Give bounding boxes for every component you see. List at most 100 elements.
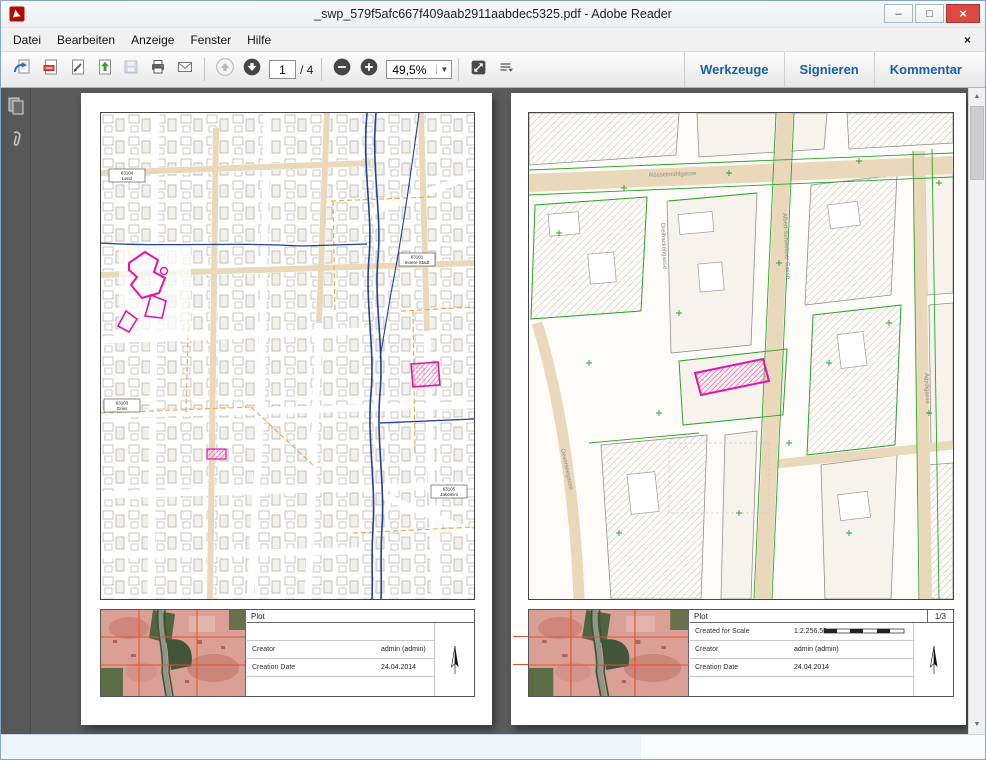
- minimize-button[interactable]: –: [884, 4, 913, 23]
- print-button[interactable]: [144, 56, 171, 83]
- creator-value: admin (admin): [790, 646, 839, 653]
- share-file-button[interactable]: [90, 56, 117, 83]
- window-titlebar[interactable]: _swp_579f5afc667f409aab2911aabdec5325.pd…: [1, 1, 985, 28]
- maximize-button[interactable]: □: [915, 4, 944, 23]
- minus-icon: [332, 57, 352, 82]
- north-arrow-cell: [434, 623, 474, 696]
- creator-label: Creator: [690, 646, 790, 653]
- menu-bar: Datei Bearbeiten Anzeige Fenster Hilfe ×: [1, 28, 985, 52]
- overview-map: 63104 Lend 63101 Innere Stadt 63103: [100, 112, 475, 600]
- zoom-in-button[interactable]: [355, 56, 382, 83]
- tools-panel-button[interactable]: Werkzeuge: [685, 52, 783, 87]
- satellite-thumbnail: [101, 610, 246, 696]
- create-pdf-button[interactable]: [36, 56, 63, 83]
- fullscreen-mode-button[interactable]: [465, 56, 492, 83]
- zoom-out-button[interactable]: [328, 56, 355, 83]
- chevron-down-icon: ▼: [436, 65, 451, 74]
- svg-text:Lend: Lend: [122, 176, 133, 181]
- status-bar-left: [1, 735, 641, 759]
- svg-text:63104: 63104: [121, 171, 134, 176]
- svg-text:63105: 63105: [443, 487, 456, 492]
- save-icon: [122, 58, 140, 81]
- north-arrow-icon: [448, 643, 462, 677]
- send-file-icon: [95, 58, 113, 81]
- open-file-button[interactable]: [9, 56, 36, 83]
- north-arrow-icon: [927, 643, 941, 677]
- navigation-pane-strip: [1, 88, 31, 734]
- svg-text:Gries: Gries: [117, 406, 129, 411]
- title-block: Plot 1/3 Created for Scale 1:2.256.59 Cr…: [528, 609, 954, 697]
- title-block: Plot Creator admin (admin) Creation Date…: [100, 609, 475, 697]
- creation-date-label: Creation Date: [247, 664, 377, 671]
- toolbar-separator: [321, 58, 322, 81]
- comment-panel-button[interactable]: Kommentar: [875, 52, 977, 87]
- arrow-down-icon: [242, 57, 262, 82]
- email-button[interactable]: [171, 56, 198, 83]
- adobe-reader-icon: [9, 6, 25, 22]
- page-thumbnails-button[interactable]: [4, 96, 28, 120]
- creation-date-value: 24.04.2014: [790, 664, 829, 671]
- next-page-button[interactable]: [238, 56, 265, 83]
- attachments-button[interactable]: [4, 130, 28, 154]
- arrow-up-icon: [215, 57, 235, 82]
- plot-title: Plot: [247, 610, 265, 622]
- zoom-value: 49,5%: [387, 63, 436, 77]
- window-title: _swp_579f5afc667f409aab2911aabdec5325.pd…: [1, 7, 985, 21]
- plus-icon: [359, 57, 379, 82]
- vertical-scrollbar[interactable]: ▲ ▼: [968, 88, 985, 734]
- page-number-input[interactable]: [269, 60, 296, 79]
- overview-map-svg: 63104 Lend 63101 Innere Stadt 63103: [101, 113, 474, 599]
- toolbar-menu-icon: [497, 58, 515, 81]
- pen-icon: [68, 58, 86, 81]
- sign-panel-button[interactable]: Signieren: [785, 52, 874, 87]
- scale-label: Created for Scale: [690, 628, 790, 635]
- detail-map-svg: Rösselmühlgasse Albert-Schweitzer-Gasse …: [529, 113, 953, 599]
- scrollbar-thumb[interactable]: [970, 106, 984, 180]
- menu-item-datei[interactable]: Datei: [5, 30, 49, 50]
- satellite-thumbnail: [529, 610, 689, 696]
- document-canvas[interactable]: 63104 Lend 63101 Innere Stadt 63103: [31, 88, 968, 734]
- save-button[interactable]: [117, 56, 144, 83]
- adobe-reader-window: _swp_579f5afc667f409aab2911aabdec5325.pd…: [0, 0, 986, 760]
- scroll-up-arrow[interactable]: ▲: [969, 89, 985, 105]
- scale-bar: [823, 625, 907, 639]
- svg-text:Innere Stadt: Innere Stadt: [405, 260, 430, 265]
- zoom-level-select[interactable]: 49,5% ▼: [386, 60, 452, 79]
- svg-text:63101: 63101: [411, 255, 424, 260]
- envelope-icon: [176, 58, 194, 81]
- plot-title: Plot: [690, 610, 708, 622]
- pdf-page-2: Rösselmühlgasse Albert-Schweitzer-Gasse …: [511, 93, 966, 725]
- pdf-page-1: 63104 Lend 63101 Innere Stadt 63103: [81, 93, 492, 725]
- paperclip-icon: [6, 130, 26, 155]
- scroll-down-arrow[interactable]: ▼: [969, 717, 985, 733]
- menu-item-anzeige[interactable]: Anzeige: [123, 30, 182, 50]
- close-button[interactable]: ×: [946, 4, 980, 23]
- main-toolbar: / 4 49,5% ▼ Werkzeuge Signieren Kommenta…: [1, 52, 985, 88]
- registration-line: [513, 636, 528, 637]
- fit-window-icon: [469, 58, 488, 82]
- svg-text:Ägydigasse: Ägydigasse: [923, 373, 931, 405]
- printer-icon: [149, 58, 167, 81]
- open-icon: [13, 58, 32, 81]
- menu-item-hilfe[interactable]: Hilfe: [239, 30, 279, 50]
- district-label-lend: 63104 Lend: [109, 169, 145, 182]
- status-bar: [1, 734, 985, 759]
- svg-text:Jakomini: Jakomini: [440, 492, 458, 497]
- creator-label: Creator: [247, 646, 377, 653]
- pages-icon: [6, 96, 26, 121]
- district-label-innere-stadt: 63101 Innere Stadt: [399, 253, 435, 266]
- previous-page-button[interactable]: [211, 56, 238, 83]
- toolbar-separator: [204, 58, 205, 81]
- north-arrow-cell: [913, 623, 953, 696]
- toolbar-options-button[interactable]: [492, 56, 519, 83]
- menu-item-fenster[interactable]: Fenster: [182, 30, 239, 50]
- menu-item-bearbeiten[interactable]: Bearbeiten: [49, 30, 123, 50]
- creation-date-value: 24.04.2014: [377, 664, 416, 671]
- close-document-icon[interactable]: ×: [954, 33, 981, 47]
- svg-text:63103: 63103: [116, 401, 129, 406]
- toolbar-separator: [458, 58, 459, 81]
- district-label-gries: 63103 Gries: [104, 399, 140, 412]
- creation-date-label: Creation Date: [690, 664, 790, 671]
- creator-value: admin (admin): [377, 646, 426, 653]
- fill-sign-button[interactable]: [63, 56, 90, 83]
